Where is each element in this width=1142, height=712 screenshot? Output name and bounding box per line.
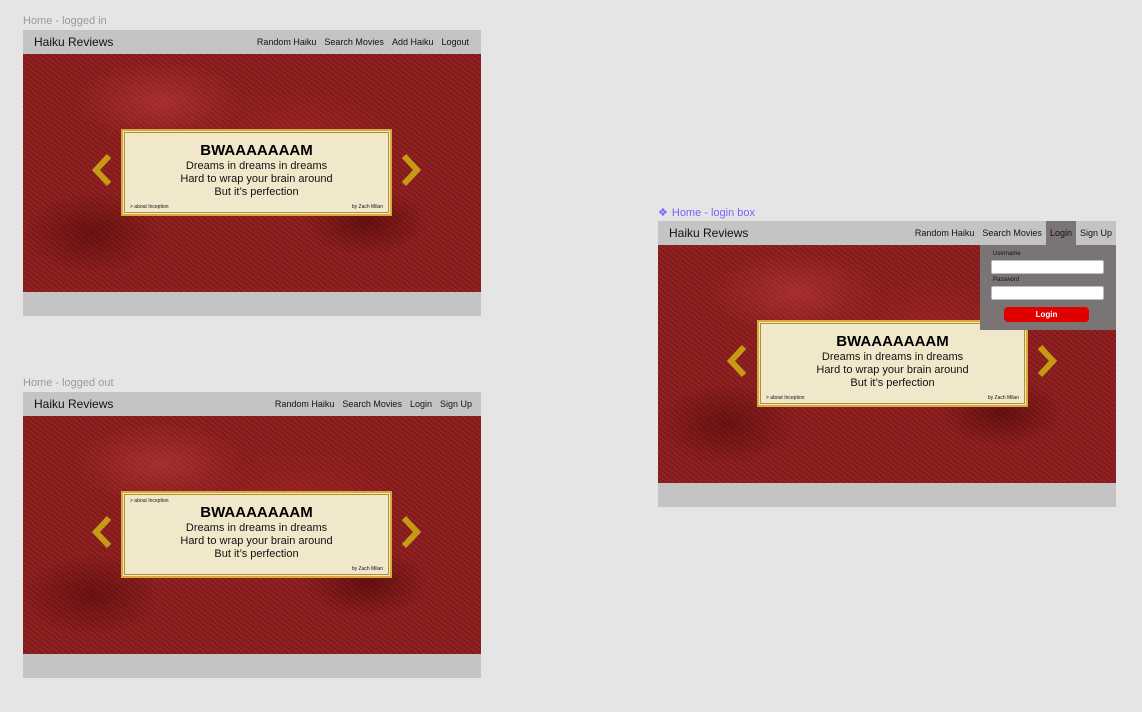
haiku-title: BWAAAAAAAM: [200, 142, 313, 159]
haiku-line-3: But it’s perfection: [850, 377, 935, 389]
password-field[interactable]: [991, 286, 1104, 300]
component-icon: ❖: [658, 207, 668, 219]
haiku-card: BWAAAAAAAM Dreams in dreams in dreams Ha…: [121, 129, 392, 216]
haiku-line-2: Hard to wrap your brain around: [180, 173, 333, 185]
haiku-line-1: Dreams in dreams in dreams: [185, 522, 328, 534]
navbar: Haiku Reviews Random Haiku Search Movies…: [23, 392, 481, 416]
chevron-right-icon[interactable]: [396, 153, 424, 187]
frame-label-login-box: ❖ Home - login box: [658, 206, 755, 219]
nav-sign-up[interactable]: Sign Up: [436, 392, 476, 416]
hero-background: > about Inception BWAAAAAAAM Dreams in d…: [23, 416, 481, 655]
footer: [23, 292, 481, 316]
hero-background: BWAAAAAAAM Dreams in dreams in dreams Ha…: [23, 54, 481, 293]
password-label: Password: [993, 277, 1020, 283]
brand-link[interactable]: Haiku Reviews: [34, 30, 113, 54]
footer: [23, 654, 481, 678]
haiku-title: BWAAAAAAAM: [836, 333, 949, 350]
about-movie-link[interactable]: > about Inception: [766, 395, 805, 401]
nav-links: Random Haiku Search Movies Add Haiku Log…: [253, 30, 473, 54]
haiku-card: > about Inception BWAAAAAAAM Dreams in d…: [121, 491, 392, 578]
nav-login[interactable]: Login: [406, 392, 436, 416]
nav-random-haiku[interactable]: Random Haiku: [271, 392, 339, 416]
nav-links: Random Haiku Search Movies Login Sign Up: [911, 221, 1116, 245]
chevron-left-icon[interactable]: [89, 153, 117, 187]
haiku-title: BWAAAAAAAM: [200, 504, 313, 521]
nav-search-movies[interactable]: Search Movies: [320, 30, 388, 54]
username-field[interactable]: [991, 260, 1104, 274]
frame-home-logged-in: Haiku Reviews Random Haiku Search Movies…: [23, 30, 481, 316]
nav-sign-up[interactable]: Sign Up: [1076, 221, 1116, 245]
nav-add-haiku[interactable]: Add Haiku: [388, 30, 438, 54]
haiku-line-3: But it’s perfection: [214, 186, 299, 198]
navbar: Haiku Reviews Random Haiku Search Movies…: [658, 221, 1116, 245]
haiku-line-2: Hard to wrap your brain around: [816, 364, 969, 376]
haiku-card: BWAAAAAAAM Dreams in dreams in dreams Ha…: [757, 320, 1028, 407]
nav-login[interactable]: Login: [1045, 221, 1076, 245]
chevron-left-icon[interactable]: [89, 515, 117, 549]
nav-search-movies[interactable]: Search Movies: [338, 392, 406, 416]
brand-link[interactable]: Haiku Reviews: [34, 392, 113, 416]
haiku-line-2: Hard to wrap your brain around: [180, 535, 333, 547]
frame-label-logged-in: Home - logged in: [23, 15, 107, 27]
nav-random-haiku[interactable]: Random Haiku: [253, 30, 321, 54]
haiku-author: by Zach Milan: [351, 204, 383, 210]
footer: [658, 483, 1116, 507]
nav-random-haiku[interactable]: Random Haiku: [911, 221, 979, 245]
frame-label-text: Home - login box: [671, 207, 756, 219]
chevron-right-icon[interactable]: [396, 515, 424, 549]
chevron-right-icon[interactable]: [1032, 344, 1060, 378]
about-movie-link[interactable]: > about Inception: [130, 204, 169, 210]
nav-search-movies[interactable]: Search Movies: [978, 221, 1046, 245]
nav-logout[interactable]: Logout: [437, 30, 473, 54]
haiku-author: by Zach Milan: [351, 566, 383, 572]
frame-home-logged-out: Haiku Reviews Random Haiku Search Movies…: [23, 392, 481, 678]
brand-link[interactable]: Haiku Reviews: [669, 221, 748, 245]
nav-links: Random Haiku Search Movies Login Sign Up: [271, 392, 476, 416]
chevron-left-icon[interactable]: [724, 344, 752, 378]
navbar: Haiku Reviews Random Haiku Search Movies…: [23, 30, 481, 54]
username-label: Username: [993, 251, 1021, 257]
login-submit-button[interactable]: Login: [1004, 307, 1089, 322]
haiku-line-3: But it’s perfection: [214, 548, 299, 560]
haiku-line-1: Dreams in dreams in dreams: [821, 351, 964, 363]
haiku-author: by Zach Milan: [987, 395, 1019, 401]
frame-label-logged-out: Home - logged out: [23, 377, 114, 389]
haiku-line-1: Dreams in dreams in dreams: [185, 160, 328, 172]
login-dropdown: Username Password Login: [980, 245, 1116, 330]
frame-home-login-box: Haiku Reviews Random Haiku Search Movies…: [658, 221, 1116, 507]
